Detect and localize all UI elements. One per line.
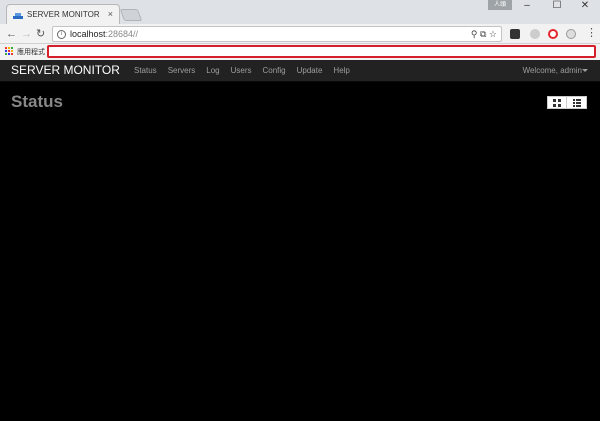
close-window-button[interactable]: ✕ <box>570 0 600 12</box>
info-icon[interactable]: i <box>57 30 66 40</box>
user-menu[interactable]: Welcome, admin <box>523 66 582 75</box>
nav-users[interactable]: Users <box>231 66 252 75</box>
browser-tab[interactable]: SERVER MONITOR × <box>6 4 120 24</box>
extension-grey-icon[interactable] <box>530 29 540 39</box>
opera-icon[interactable] <box>548 29 558 39</box>
browser-toolbar: ← → ↻ i localhost:28684// ⚲ ⧉ ☆ ⋮ <box>0 24 600 44</box>
nav-servers[interactable]: Servers <box>168 66 196 75</box>
page-title: Status <box>11 92 63 111</box>
url-host: localhost <box>70 29 106 39</box>
omnibox-icons: ⚲ ⧉ ☆ <box>471 27 497 41</box>
server-favicon-icon <box>13 11 23 19</box>
key-icon[interactable]: ⚲ <box>471 29 478 39</box>
tab-title: SERVER MONITOR <box>27 10 100 19</box>
list-view-button[interactable] <box>567 96 587 109</box>
apps-grid-icon[interactable] <box>5 47 14 56</box>
brand-title[interactable]: SERVER MONITOR <box>11 63 120 77</box>
extension-icon[interactable] <box>510 29 520 39</box>
nav-update[interactable]: Update <box>297 66 323 75</box>
highlight-box <box>47 45 596 58</box>
url-port: :28684// <box>105 29 139 39</box>
back-arrow-icon[interactable]: ← <box>6 28 17 40</box>
star-icon[interactable]: ☆ <box>489 29 497 39</box>
app-navbar: SERVER MONITOR Status Servers Log Users … <box>0 60 600 82</box>
profile-badge[interactable]: 人頭 <box>488 0 512 10</box>
bookmarks-bar: 應用程式 <box>0 44 600 60</box>
forward-arrow-icon[interactable]: → <box>21 28 32 40</box>
minimize-button[interactable]: – <box>512 0 542 12</box>
menu-dots-icon[interactable]: ⋮ <box>586 27 597 39</box>
browser-titlebar: SERVER MONITOR × 人頭 – ☐ ✕ <box>0 0 600 24</box>
tab-close-icon[interactable]: × <box>108 9 113 19</box>
grid-icon <box>553 98 561 107</box>
list-icon <box>572 98 581 107</box>
grid-view-button[interactable] <box>547 96 567 109</box>
nav-links: Status Servers Log Users Config Update H… <box>134 66 350 75</box>
apps-label[interactable]: 應用程式 <box>17 47 45 57</box>
reload-icon[interactable]: ↻ <box>36 28 45 40</box>
new-tab-button[interactable] <box>119 9 143 21</box>
speed-dial-icon[interactable] <box>566 29 576 39</box>
nav-log[interactable]: Log <box>206 66 219 75</box>
nav-config[interactable]: Config <box>263 66 286 75</box>
nav-help[interactable]: Help <box>333 66 349 75</box>
translate-icon[interactable]: ⧉ <box>480 29 486 39</box>
address-bar[interactable]: i localhost:28684// ⚲ ⧉ ☆ <box>52 26 502 42</box>
view-toggle <box>547 96 588 109</box>
caret-down-icon[interactable] <box>582 69 588 72</box>
maximize-button[interactable]: ☐ <box>542 0 572 12</box>
nav-status[interactable]: Status <box>134 66 157 75</box>
